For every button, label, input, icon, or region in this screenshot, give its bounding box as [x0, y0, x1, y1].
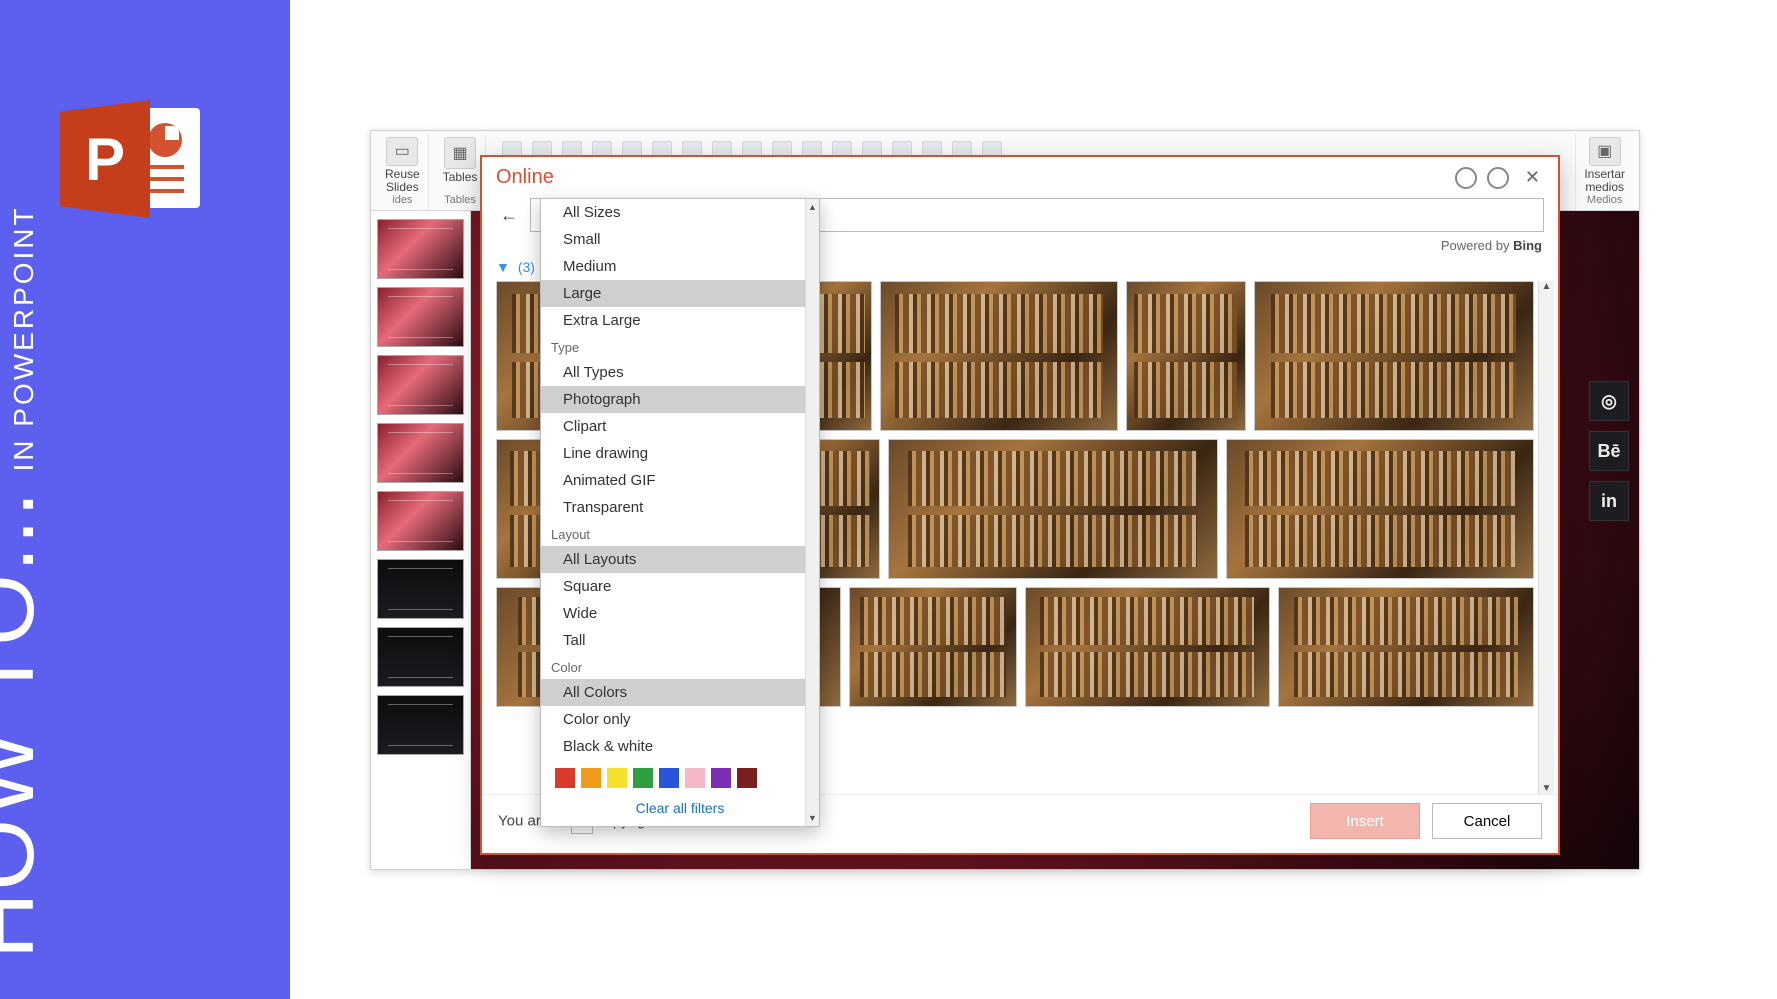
- reuse-slides-icon: ▭: [386, 137, 418, 166]
- filter-section-layout: Layout: [541, 521, 819, 546]
- sidebar-title-sub: IN POWERPOINT: [8, 205, 40, 471]
- insert-button[interactable]: Insert: [1310, 803, 1420, 839]
- dialog-header: Online ✕: [482, 157, 1558, 194]
- result-image[interactable]: [1226, 439, 1534, 579]
- filter-size-small[interactable]: Small: [541, 226, 819, 253]
- filter-layout-square[interactable]: Square: [541, 573, 819, 600]
- powerpoint-logo-letter: P: [60, 100, 150, 218]
- tutorial-sidebar: P HOW TO... IN POWERPOINT: [0, 0, 290, 999]
- slide-thumb[interactable]: [377, 423, 464, 483]
- linkedin-icon[interactable]: in: [1589, 481, 1629, 521]
- filter-type-line-drawing[interactable]: Line drawing: [541, 440, 819, 467]
- tables-category-label: Tables: [444, 194, 476, 208]
- filter-color-color-only[interactable]: Color only: [541, 706, 819, 733]
- filter-section-color: Color: [541, 654, 819, 679]
- result-image[interactable]: [888, 439, 1218, 579]
- result-image[interactable]: [1025, 587, 1270, 707]
- filter-size-medium[interactable]: Medium: [541, 253, 819, 280]
- cancel-button[interactable]: Cancel: [1432, 803, 1542, 839]
- result-image[interactable]: [880, 281, 1118, 431]
- insert-media-label: Insertar medios: [1584, 168, 1625, 194]
- sidebar-title-main: HOW TO...: [0, 489, 55, 959]
- slide-thumb[interactable]: [377, 695, 464, 755]
- slide-thumbnails[interactable]: [371, 211, 471, 869]
- color-swatch-row: [541, 760, 819, 794]
- tables-label: Tables: [443, 171, 478, 184]
- bing-logo-text: Bing: [1513, 238, 1542, 253]
- filter-type-all-types[interactable]: All Types: [541, 359, 819, 386]
- filter-layout-tall[interactable]: Tall: [541, 627, 819, 654]
- color-swatch[interactable]: [581, 768, 601, 788]
- filter-color-all-colors[interactable]: All Colors: [541, 679, 819, 706]
- close-button[interactable]: ✕: [1519, 165, 1546, 190]
- filter-section-type: Type: [541, 334, 819, 359]
- color-swatch[interactable]: [737, 768, 757, 788]
- slides-category-label: ides: [392, 194, 412, 208]
- filter-icon: ▼: [496, 259, 510, 275]
- gallery-scrollbar[interactable]: ▲ ▼: [1538, 281, 1554, 794]
- filter-layout-wide[interactable]: Wide: [541, 600, 819, 627]
- filter-type-clipart[interactable]: Clipart: [541, 413, 819, 440]
- powerpoint-logo: P: [60, 100, 200, 220]
- behance-icon[interactable]: Bē: [1589, 431, 1629, 471]
- ribbon-group-media[interactable]: ▣ Insertar medios Medios: [1575, 135, 1633, 210]
- social-icons-overlay: ◎ Bē in: [1589, 381, 1629, 521]
- result-image[interactable]: [1254, 281, 1534, 431]
- table-icon: ▦: [444, 137, 476, 169]
- filter-type-animated-gif[interactable]: Animated GIF: [541, 467, 819, 494]
- filter-count: (3): [518, 259, 535, 275]
- color-swatch[interactable]: [607, 768, 627, 788]
- feedback-happy-icon[interactable]: [1455, 167, 1477, 189]
- slide-thumb[interactable]: [377, 219, 464, 279]
- filter-size-all-sizes[interactable]: All Sizes: [541, 199, 819, 226]
- clear-filters-link[interactable]: Clear all filters: [541, 794, 819, 826]
- filter-type-transparent[interactable]: Transparent: [541, 494, 819, 521]
- result-image[interactable]: [1278, 587, 1534, 707]
- color-swatch[interactable]: [685, 768, 705, 788]
- dribbble-icon[interactable]: ◎: [1589, 381, 1629, 421]
- slide-thumb[interactable]: [377, 627, 464, 687]
- filter-type-photograph[interactable]: Photograph: [541, 386, 819, 413]
- result-image[interactable]: [849, 587, 1017, 707]
- media-category-label: Medios: [1587, 194, 1622, 208]
- ribbon-group-reuse-slides[interactable]: ▭ Reuse Slides ides: [377, 135, 429, 210]
- scroll-down-icon[interactable]: ▼: [1542, 783, 1552, 794]
- dialog-title: Online: [496, 166, 554, 189]
- scroll-up-icon[interactable]: ▲: [1542, 281, 1552, 292]
- slide-thumb[interactable]: [377, 559, 464, 619]
- media-icon: ▣: [1589, 137, 1621, 166]
- result-image[interactable]: [1126, 281, 1246, 431]
- back-button[interactable]: ←: [496, 203, 522, 228]
- color-swatch[interactable]: [659, 768, 679, 788]
- feedback-sad-icon[interactable]: [1487, 167, 1509, 189]
- color-swatch[interactable]: [711, 768, 731, 788]
- dropdown-scrollbar[interactable]: ▲ ▼: [805, 199, 819, 826]
- scroll-up-icon[interactable]: ▲: [806, 199, 819, 215]
- slide-thumb[interactable]: [377, 491, 464, 551]
- filter-size-large[interactable]: Large: [541, 280, 819, 307]
- filter-color-black-&-white[interactable]: Black & white: [541, 733, 819, 760]
- filter-layout-all-layouts[interactable]: All Layouts: [541, 546, 819, 573]
- color-swatch[interactable]: [633, 768, 653, 788]
- color-swatch[interactable]: [555, 768, 575, 788]
- sidebar-title: HOW TO... IN POWERPOINT: [0, 205, 55, 959]
- slide-thumb[interactable]: [377, 355, 464, 415]
- filter-dropdown: All SizesSmallMediumLargeExtra Large Typ…: [540, 198, 820, 827]
- slide-thumb[interactable]: [377, 287, 464, 347]
- reuse-slides-label: Reuse Slides: [385, 168, 420, 194]
- scroll-down-icon[interactable]: ▼: [806, 810, 819, 826]
- ribbon-group-tables[interactable]: ▦ Tables Tables: [435, 135, 487, 210]
- filter-size-extra-large[interactable]: Extra Large: [541, 307, 819, 334]
